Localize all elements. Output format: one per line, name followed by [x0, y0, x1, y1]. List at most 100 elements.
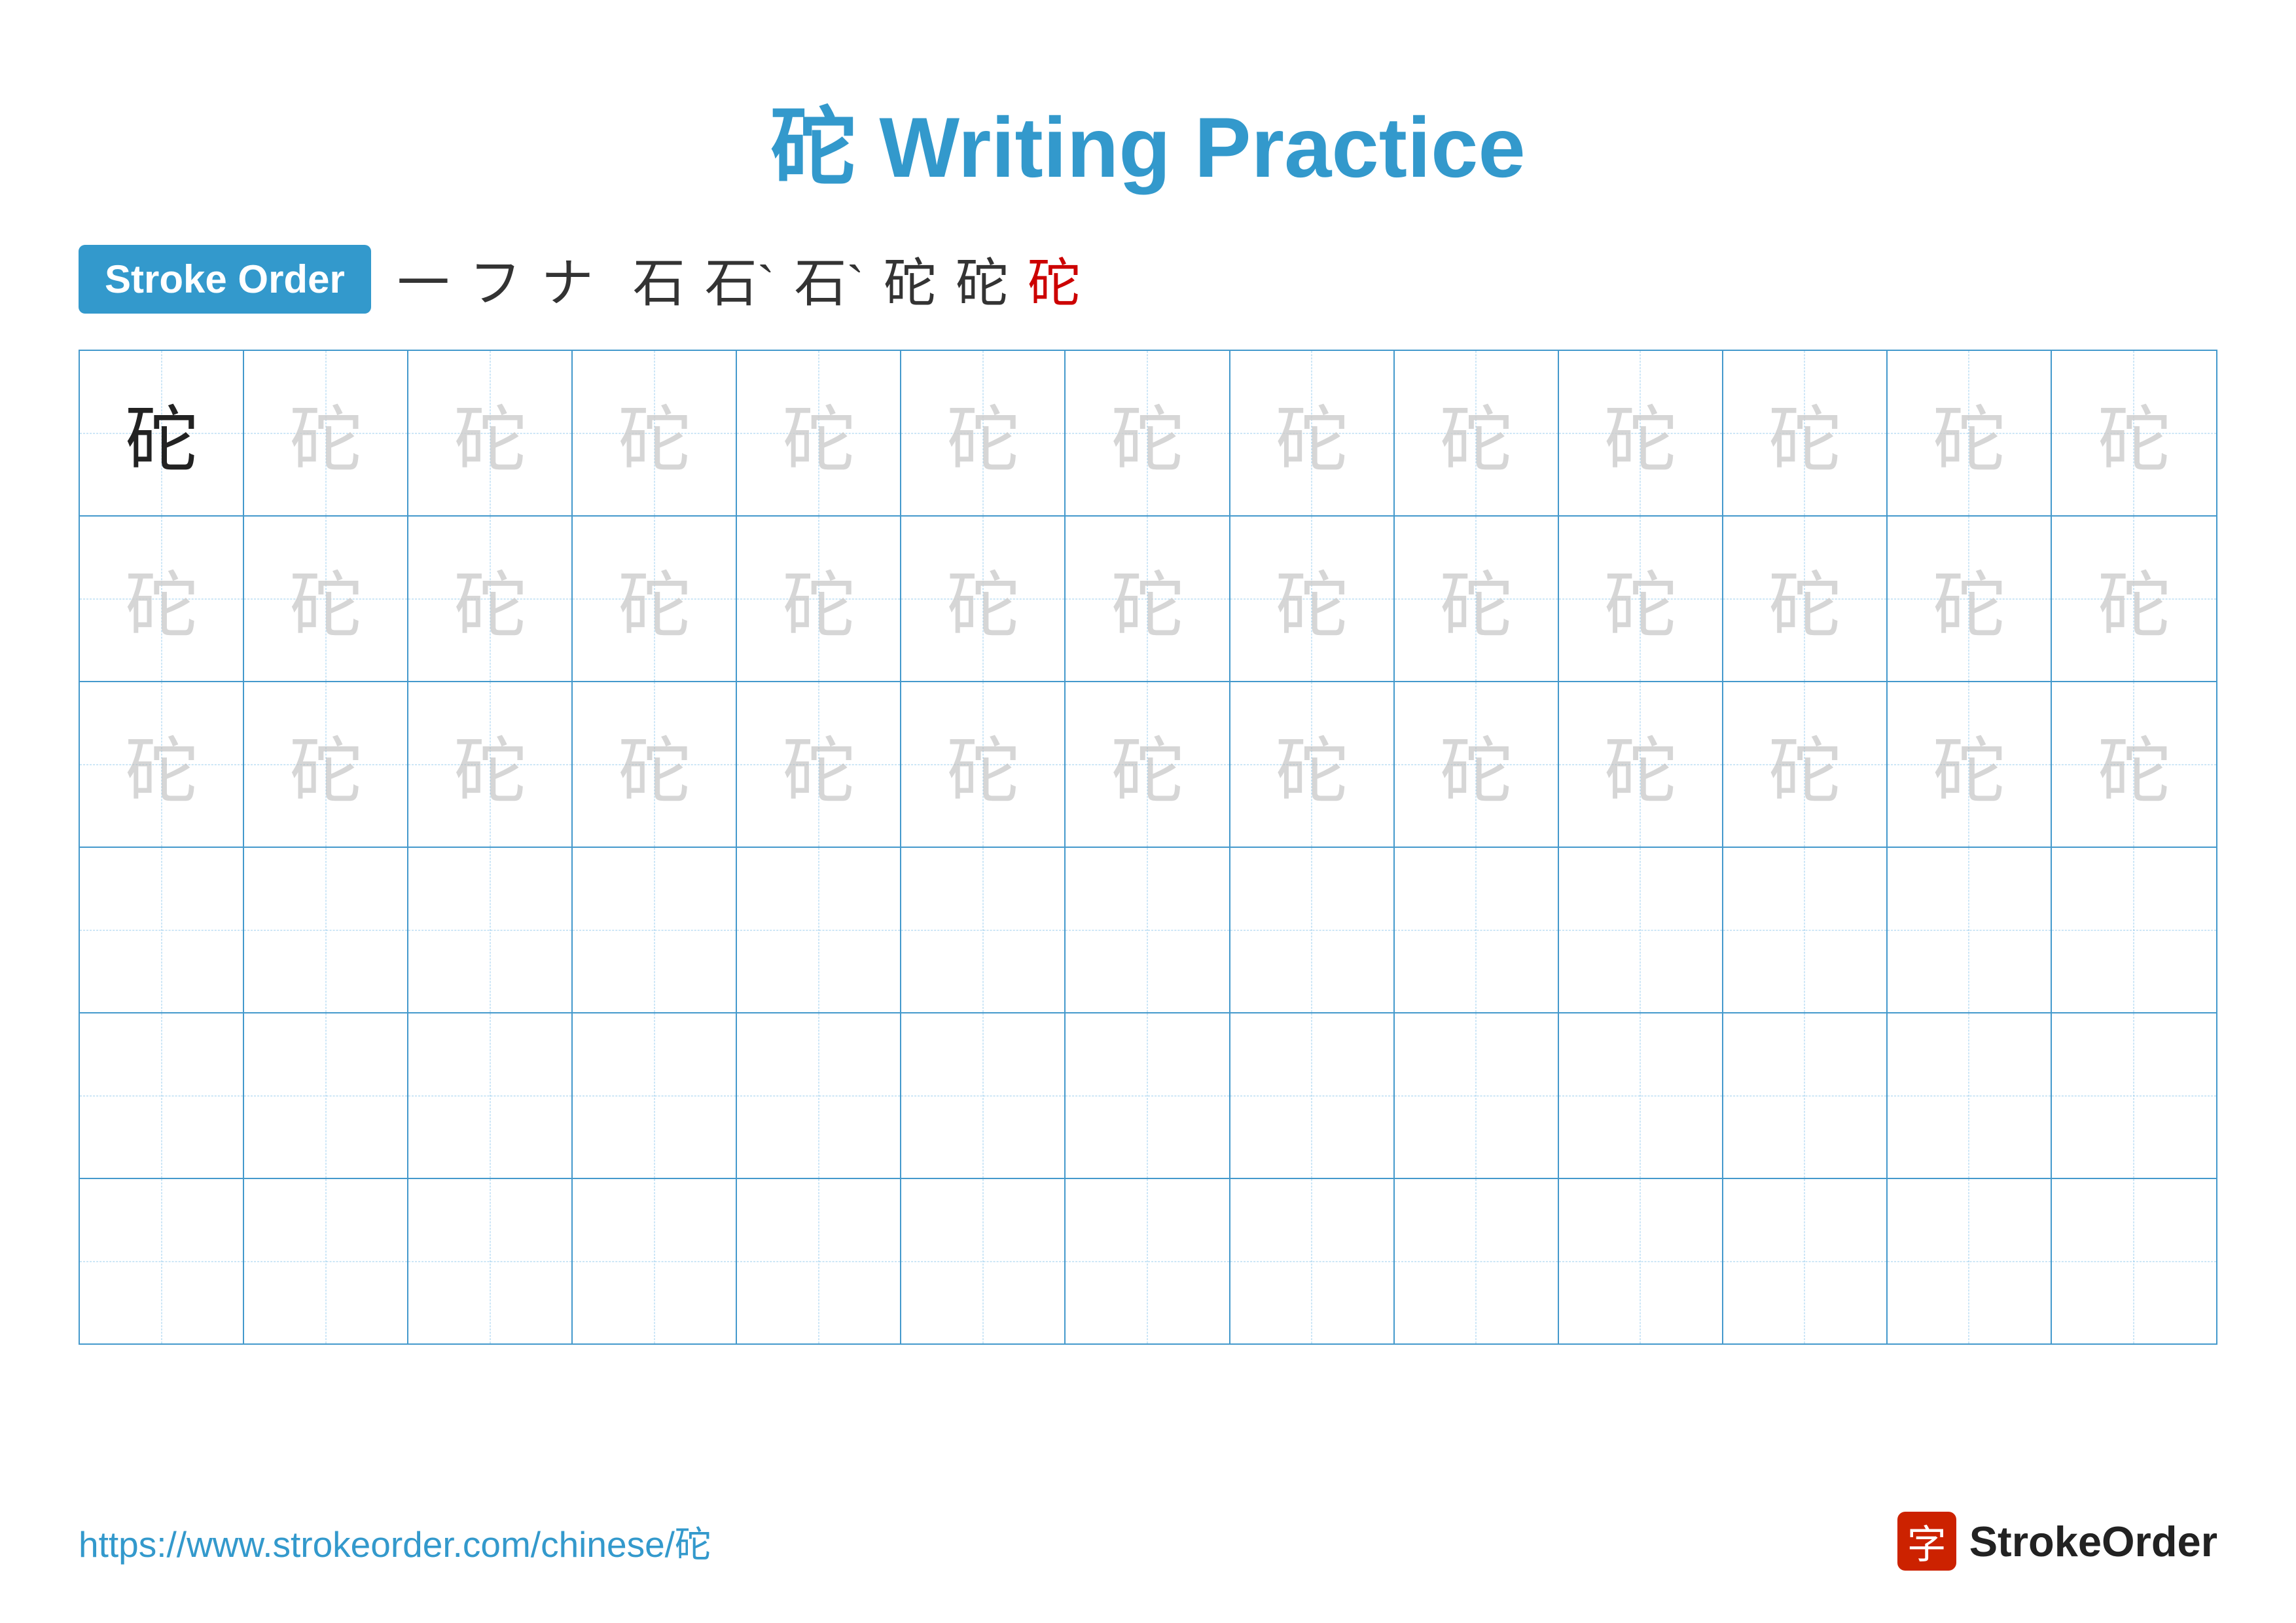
- grid-cell[interactable]: [2052, 1013, 2216, 1178]
- grid-cell[interactable]: [1888, 1179, 2052, 1343]
- grid-cell[interactable]: 砣: [901, 351, 1066, 515]
- stroke-char-5: 石: [633, 241, 685, 317]
- grid-cell[interactable]: 砣: [573, 517, 737, 681]
- grid-cell[interactable]: [1723, 848, 1888, 1012]
- stroke-char-8: 砣: [884, 241, 936, 317]
- grid-cell[interactable]: [737, 1179, 901, 1343]
- grid-cell[interactable]: 砣: [1559, 351, 1723, 515]
- grid-cell[interactable]: 砣: [1395, 517, 1559, 681]
- char-guide: 砣: [783, 547, 855, 651]
- char-guide: 砣: [454, 381, 526, 486]
- grid-cell[interactable]: 砣: [1723, 351, 1888, 515]
- char-guide: 砣: [126, 712, 198, 817]
- grid-cell[interactable]: [1888, 848, 2052, 1012]
- grid-cell[interactable]: [1559, 1179, 1723, 1343]
- grid-cell[interactable]: 砣: [1066, 351, 1230, 515]
- char-guide: 砣: [290, 712, 362, 817]
- grid-cell[interactable]: [1230, 1013, 1395, 1178]
- grid-cell[interactable]: [573, 1179, 737, 1343]
- grid-cell[interactable]: [1230, 848, 1395, 1012]
- grid-cell[interactable]: [1723, 1179, 1888, 1343]
- char-guide: 砣: [1111, 381, 1183, 486]
- grid-cell[interactable]: [1395, 1179, 1559, 1343]
- grid-cell[interactable]: 砣: [1230, 682, 1395, 847]
- grid-cell[interactable]: [737, 1013, 901, 1178]
- grid-cell[interactable]: 砣: [1395, 351, 1559, 515]
- grid-cell[interactable]: [1559, 848, 1723, 1012]
- grid-cell[interactable]: [1723, 1013, 1888, 1178]
- grid-cell[interactable]: 砣: [80, 351, 244, 515]
- grid-cell[interactable]: 砣: [1395, 682, 1559, 847]
- grid-cell[interactable]: [1559, 1013, 1723, 1178]
- char-guide: 砣: [947, 381, 1019, 486]
- grid-cell[interactable]: 砣: [901, 682, 1066, 847]
- grid-cell[interactable]: 砣: [1723, 682, 1888, 847]
- grid-cell[interactable]: [1066, 1013, 1230, 1178]
- grid-cell[interactable]: [573, 848, 737, 1012]
- grid-cell[interactable]: 砣: [80, 517, 244, 681]
- stroke-order-chars: 一 フ ナ 𠂋 石 石` 石` 砣 砣 砣: [397, 241, 1080, 317]
- grid-cell[interactable]: 砣: [2052, 517, 2216, 681]
- grid-cell[interactable]: 砣: [2052, 351, 2216, 515]
- grid-cell[interactable]: 砣: [737, 517, 901, 681]
- footer-url[interactable]: https://www.strokeorder.com/chinese/砣: [79, 1515, 711, 1567]
- grid-cell[interactable]: [408, 1013, 573, 1178]
- grid-cell[interactable]: 砣: [573, 682, 737, 847]
- char-guide: 砣: [290, 381, 362, 486]
- grid-cell[interactable]: [901, 1179, 1066, 1343]
- grid-cell[interactable]: 砣: [1723, 517, 1888, 681]
- grid-cell[interactable]: 砣: [408, 682, 573, 847]
- grid-cell[interactable]: [737, 848, 901, 1012]
- grid-cell[interactable]: 砣: [737, 351, 901, 515]
- grid-cell[interactable]: 砣: [1230, 517, 1395, 681]
- grid-cell[interactable]: [1888, 1013, 2052, 1178]
- grid-cell[interactable]: [1395, 1013, 1559, 1178]
- grid-cell[interactable]: 砣: [1888, 517, 2052, 681]
- char-guide: 砣: [1111, 547, 1183, 651]
- grid-cell[interactable]: 砣: [80, 682, 244, 847]
- grid-cell[interactable]: [1395, 848, 1559, 1012]
- grid-cell[interactable]: 砣: [2052, 682, 2216, 847]
- grid-cell[interactable]: [573, 1013, 737, 1178]
- grid-cell[interactable]: 砣: [737, 682, 901, 847]
- grid-cell[interactable]: 砣: [244, 351, 408, 515]
- grid-cell[interactable]: [2052, 848, 2216, 1012]
- grid-cell[interactable]: 砣: [244, 517, 408, 681]
- stroke-order-section: Stroke Order 一 フ ナ 𠂋 石 石` 石` 砣 砣 砣: [79, 241, 2217, 317]
- stroke-char-7: 石`: [794, 241, 864, 317]
- char-guide: 砣: [619, 712, 691, 817]
- grid-cell[interactable]: [1066, 848, 1230, 1012]
- grid-cell[interactable]: 砣: [1066, 517, 1230, 681]
- grid-cell[interactable]: [80, 848, 244, 1012]
- grid-cell[interactable]: 砣: [1559, 682, 1723, 847]
- grid-cell[interactable]: [244, 1013, 408, 1178]
- grid-cell[interactable]: 砣: [1559, 517, 1723, 681]
- grid-row-4: [80, 848, 2216, 1013]
- grid-cell[interactable]: [1230, 1179, 1395, 1343]
- grid-cell[interactable]: [2052, 1179, 2216, 1343]
- stroke-char-9: 砣: [956, 241, 1008, 317]
- char-guide: 砣: [1276, 547, 1348, 651]
- grid-cell[interactable]: [1066, 1179, 1230, 1343]
- grid-cell[interactable]: [80, 1013, 244, 1178]
- grid-cell[interactable]: [408, 848, 573, 1012]
- grid-cell[interactable]: [244, 848, 408, 1012]
- grid-cell[interactable]: [408, 1179, 573, 1343]
- grid-cell[interactable]: 砣: [901, 517, 1066, 681]
- grid-cell[interactable]: [244, 1179, 408, 1343]
- grid-cell[interactable]: [901, 848, 1066, 1012]
- grid-cell[interactable]: 砣: [244, 682, 408, 847]
- stroke-char-2: フ: [469, 241, 522, 317]
- grid-cell[interactable]: 砣: [1066, 682, 1230, 847]
- grid-cell[interactable]: 砣: [408, 517, 573, 681]
- grid-cell[interactable]: 砣: [573, 351, 737, 515]
- grid-cell[interactable]: 砣: [1230, 351, 1395, 515]
- char-guide: 砣: [1933, 547, 2005, 651]
- grid-cell[interactable]: 砣: [408, 351, 573, 515]
- stroke-order-badge: Stroke Order: [79, 245, 371, 314]
- grid-cell[interactable]: 砣: [1888, 682, 2052, 847]
- grid-cell[interactable]: [901, 1013, 1066, 1178]
- char-dark: 砣: [126, 381, 198, 486]
- grid-cell[interactable]: 砣: [1888, 351, 2052, 515]
- grid-cell[interactable]: [80, 1179, 244, 1343]
